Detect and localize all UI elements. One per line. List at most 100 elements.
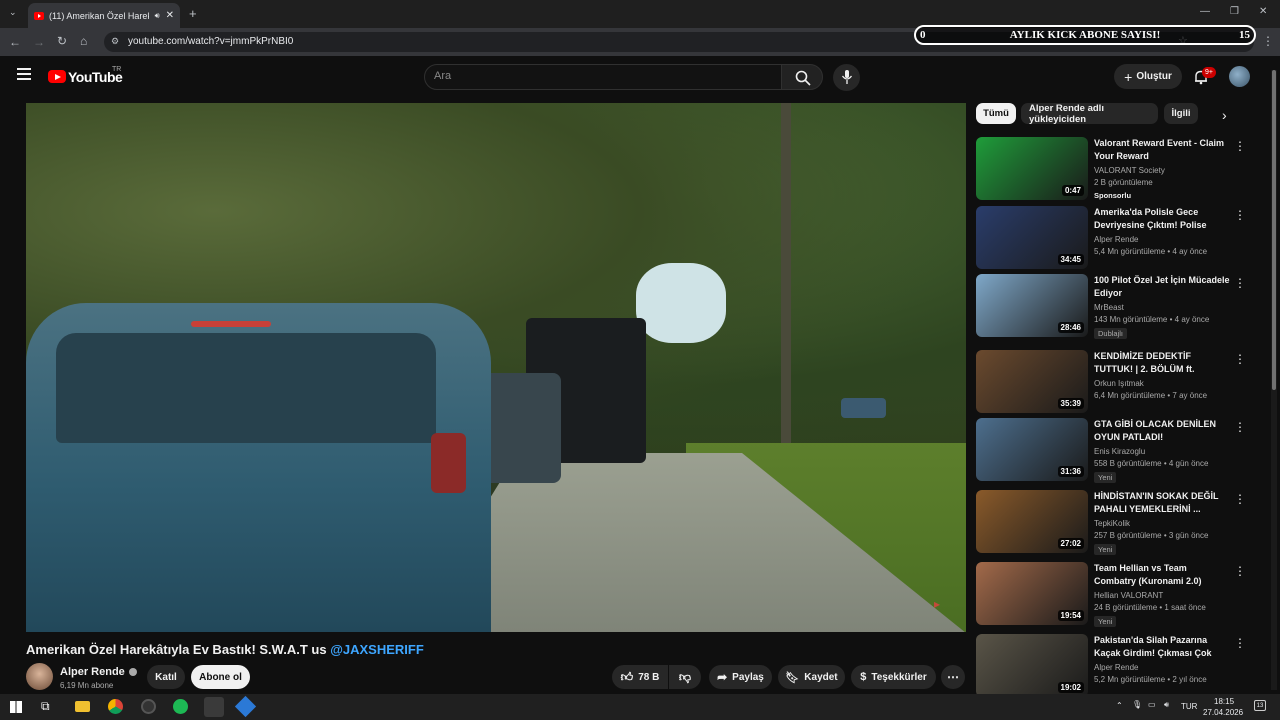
windows-start-icon[interactable] (10, 701, 22, 713)
recommendation-item[interactable]: 35:39 KENDİMİZE DEDEKTİF TUTTUK! | 2. BÖL… (976, 350, 1256, 414)
subscribe-button[interactable]: Abone ol (191, 665, 250, 689)
channel-name[interactable]: Alper Rende (60, 666, 137, 678)
share-button[interactable]: ➦ Paylaş (709, 665, 772, 689)
chip-related[interactable]: İlgili (1164, 103, 1198, 124)
voice-search-button[interactable] (833, 64, 860, 91)
recommendation-item[interactable]: 27:02 HİNDİSTAN'IN SOKAK DEĞİL PAHALI YEM… (976, 490, 1256, 555)
recommendation-title[interactable]: GTA GİBİ OLACAK DENİLEN OYUN PATLADI! TÜ… (1094, 418, 1230, 445)
tab-close-icon[interactable]: ✕ (166, 10, 174, 21)
task-view-icon[interactable]: ⧉ (41, 700, 50, 712)
more-vertical-icon[interactable]: ⋮ (1234, 420, 1246, 434)
recommendation-views: 558 B görüntüleme (1094, 459, 1162, 468)
tray-network-icon[interactable]: ▭ (1148, 700, 1156, 709)
more-vertical-icon[interactable]: ⋮ (1234, 139, 1246, 153)
like-button[interactable]: 👍︎ 78 B (612, 665, 668, 689)
video-title-mention[interactable]: @JAXSHERIFF (330, 642, 424, 657)
audio-icon[interactable]: 🔊︎ (155, 11, 160, 21)
more-vertical-icon[interactable]: ⋮ (1234, 208, 1246, 222)
more-vertical-icon[interactable]: ⋮ (1234, 636, 1246, 650)
recommendation-thumbnail[interactable]: 31:36 (976, 418, 1088, 481)
chip-all[interactable]: Tümü (976, 103, 1016, 124)
recommendation-item[interactable]: 31:36 GTA GİBİ OLACAK DENİLEN OYUN PATLAD… (976, 418, 1256, 483)
browser-tab[interactable]: (11) Amerikan Özel Harekâtıyla 🔊︎ ✕ (28, 3, 180, 28)
recommendation-channel[interactable]: MrBeast (1094, 303, 1124, 312)
recommendation-item[interactable]: 34:45 Amerika'da Polisle Gece Devriyesine… (976, 206, 1256, 270)
recommendation-item[interactable]: 19:54 Team Hellian vs Team Combatry (Kuro… (976, 562, 1256, 627)
chrome-icon[interactable] (108, 699, 123, 714)
recommendation-title[interactable]: Valorant Reward Event - Claim Your Rewar… (1094, 137, 1230, 163)
youtube-logo-icon[interactable] (48, 70, 66, 83)
more-vertical-icon[interactable]: ⋮ (1234, 276, 1246, 290)
recommendation-title[interactable]: 100 Pilot Özel Jet İçin Mücadele Ediyor (1094, 274, 1230, 300)
chip-from-uploader[interactable]: Alper Rende adlı yükleyiciden (1021, 103, 1158, 125)
recommendation-title[interactable]: KENDİMİZE DEDEKTİF TUTTUK! | 2. BÖLÜM ft… (1094, 350, 1230, 377)
recommendation-channel[interactable]: Enis Kirazoglu (1094, 447, 1145, 456)
dislike-button[interactable]: 👎︎ (669, 665, 701, 689)
tray-chevron-icon[interactable]: ⌃ (1116, 701, 1123, 710)
recommendation-thumbnail[interactable]: 28:46 (976, 274, 1088, 337)
recommendation-thumbnail[interactable]: 19:54 (976, 562, 1088, 625)
back-icon[interactable]: ← (9, 36, 21, 48)
join-button[interactable]: Katıl (147, 665, 185, 689)
more-vertical-icon[interactable]: ⋮ (1234, 564, 1246, 578)
more-vertical-icon[interactable]: ⋮ (1234, 492, 1246, 506)
app-icon-obs[interactable] (141, 699, 156, 714)
chevron-right-icon[interactable]: › (1222, 107, 1227, 123)
new-tab-icon[interactable]: + (189, 7, 197, 20)
recommendation-channel[interactable]: VALORANT Society (1094, 166, 1165, 175)
video-player[interactable]: ▸ (26, 103, 966, 632)
recommendation-title[interactable]: Team Hellian vs Team Combatry (Kuronami … (1094, 562, 1230, 588)
minimize-icon[interactable]: — (1200, 7, 1210, 17)
reload-icon[interactable]: ↻ (57, 35, 67, 47)
thanks-button[interactable]: $ Teşekkürler (851, 665, 936, 689)
scrollbar-thumb[interactable] (1272, 70, 1276, 390)
channel-avatar[interactable] (26, 663, 53, 690)
window-close-icon[interactable]: ✕ (1259, 7, 1267, 17)
recommendation-item[interactable]: 0:47 Valorant Reward Event - Claim Your R… (976, 137, 1256, 201)
recommendation-thumbnail[interactable]: 34:45 (976, 206, 1088, 269)
scrollbar[interactable] (1271, 70, 1277, 690)
recommendation-thumbnail[interactable]: 0:47 (976, 137, 1088, 200)
recommendation-channel[interactable]: Hellian VALORANT (1094, 591, 1163, 600)
tray-volume-icon[interactable]: 🔊︎ (1164, 700, 1169, 710)
recommendation-channel[interactable]: Orkun Işıtmak (1094, 379, 1144, 388)
recommendation-title[interactable]: Pakistan'da Silah Pazarına Kaçak Girdim!… (1094, 634, 1230, 661)
notification-center-icon[interactable]: 13 (1254, 700, 1266, 711)
youtube-favicon-icon (34, 11, 44, 20)
forward-icon[interactable]: → (33, 36, 45, 48)
tray-date[interactable]: 27.04.2026 (1203, 708, 1243, 717)
more-vertical-icon[interactable]: ⋮ (1234, 352, 1246, 366)
recommendation-channel[interactable]: Alper Rende (1094, 235, 1138, 244)
recommendation-thumbnail[interactable]: 27:02 (976, 490, 1088, 553)
more-actions-button[interactable]: ⋯ (941, 665, 965, 689)
account-avatar[interactable] (1229, 66, 1250, 87)
recommendation-channel[interactable]: Alper Rende (1094, 663, 1138, 672)
hamburger-menu-icon[interactable] (17, 68, 31, 80)
tab-search-icon[interactable]: ⌄ (9, 8, 17, 17)
recommendation-item[interactable]: 19:02 Pakistan'da Silah Pazarına Kaçak Gi… (976, 634, 1256, 698)
kick-subscriber-overlay: 0 AYLIK KICK ABONE SAYISI! 15 (914, 25, 1256, 45)
save-button[interactable]: 🔖︎ Kaydet (778, 665, 845, 689)
recommendation-thumbnail[interactable]: 19:02 (976, 634, 1088, 697)
subscribe-label: Abone ol (199, 671, 242, 683)
search-input[interactable] (424, 64, 782, 90)
restore-icon[interactable]: ❐ (1230, 7, 1239, 17)
recommendation-channel[interactable]: TepkiKolik (1094, 519, 1130, 528)
like-count: 78 B (638, 671, 660, 683)
site-info-icon[interactable]: ⚙ (111, 37, 119, 46)
chip-related-label: İlgili (1171, 108, 1191, 119)
recommendation-title[interactable]: HİNDİSTAN'IN SOKAK DEĞİL PAHALI YEMEKLER… (1094, 490, 1230, 516)
tray-mic-icon[interactable]: 🎙︎ (1132, 700, 1142, 709)
browser-menu-icon[interactable]: ⋮ (1262, 35, 1274, 47)
tray-language[interactable]: TUR (1181, 702, 1197, 711)
app-icon-active[interactable] (204, 697, 224, 717)
home-icon[interactable]: ⌂ (80, 35, 87, 47)
create-button[interactable]: + Oluştur (1114, 64, 1182, 89)
search-button[interactable] (781, 64, 823, 90)
spotify-icon[interactable] (173, 699, 188, 714)
recommendation-thumbnail[interactable]: 35:39 (976, 350, 1088, 413)
file-explorer-icon[interactable] (75, 701, 90, 712)
tray-time[interactable]: 18:15 (1214, 697, 1234, 706)
recommendation-item[interactable]: 28:46 100 Pilot Özel Jet İçin Mücadele Ed… (976, 274, 1256, 339)
recommendation-title[interactable]: Amerika'da Polisle Gece Devriyesine Çıkt… (1094, 206, 1230, 233)
